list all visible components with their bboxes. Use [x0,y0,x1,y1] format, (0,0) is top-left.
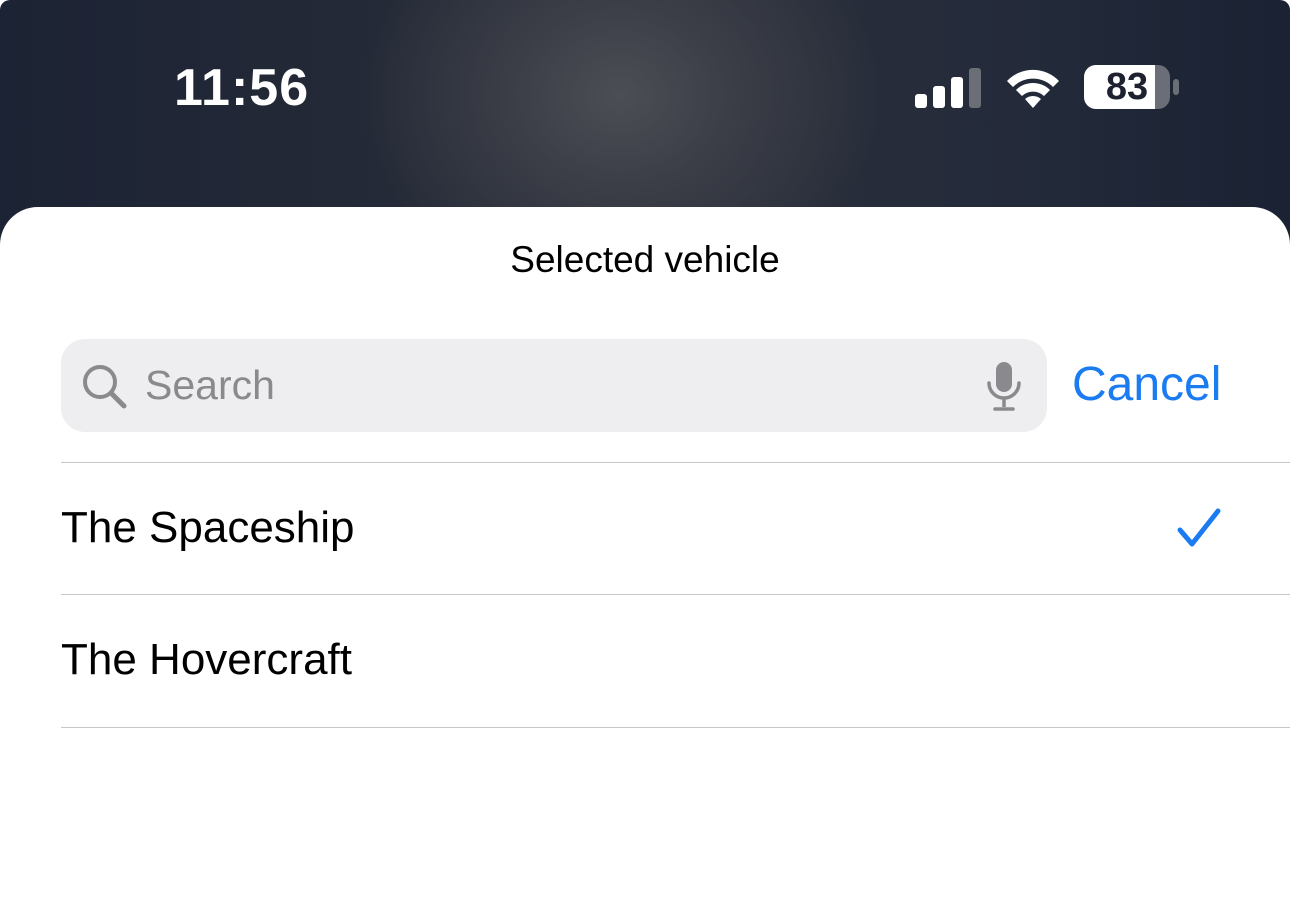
sheet-title: Selected vehicle [510,239,780,280]
list-item-the-spaceship[interactable]: The Spaceship [61,464,1290,594]
list-separator [61,594,1290,595]
search-icon [83,365,127,409]
vehicle-picker-sheet: Selected vehicle Cancel The Spaceship Th… [0,207,1290,905]
list-item-label: The Spaceship [61,503,355,552]
wifi-icon [1007,69,1059,108]
checkmark-icon [1177,508,1221,547]
list-separator [61,727,1290,728]
list-separator [61,462,1290,463]
cellular-signal-icon [915,68,981,108]
cancel-button[interactable]: Cancel [1072,355,1221,415]
microphone-icon[interactable] [985,361,1023,413]
list-item-the-hovercraft[interactable]: The Hovercraft [61,596,1290,726]
status-bar: 11:56 83 [0,0,1290,180]
battery-percent: 83 [1105,66,1149,108]
search-input[interactable] [145,353,945,417]
status-time: 11:56 [174,59,310,117]
list-item-label: The Hovercraft [61,635,352,684]
search-field[interactable] [61,339,1047,432]
